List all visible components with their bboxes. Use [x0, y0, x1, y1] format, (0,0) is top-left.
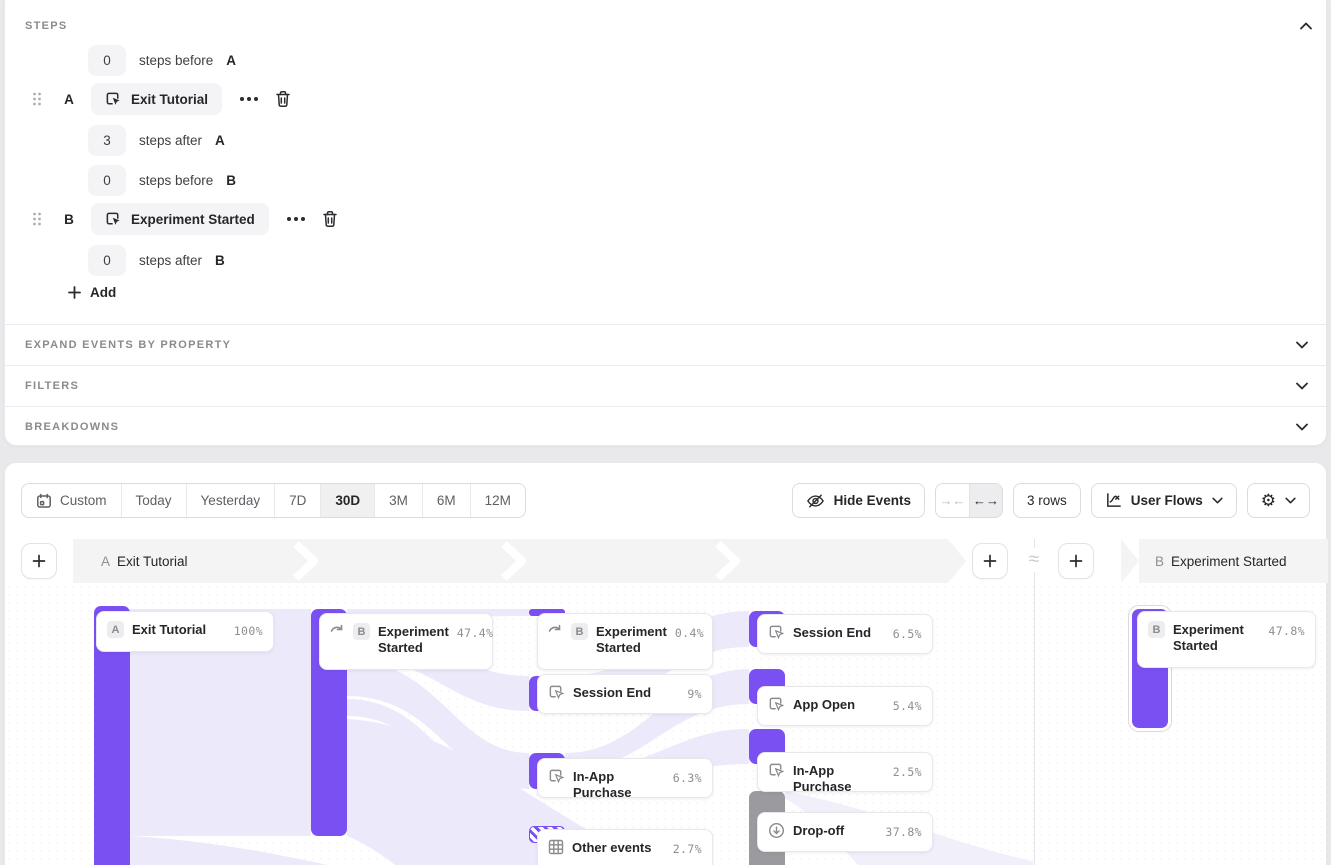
step-b-event-name: Experiment Started — [131, 212, 255, 227]
steps-after-label: steps after — [139, 253, 202, 268]
step-letter-b: B — [63, 212, 75, 227]
step-b-delete-trash-icon[interactable] — [322, 210, 338, 228]
steps-before-label: steps before — [139, 53, 213, 68]
node-percent: 0.4% — [675, 624, 704, 640]
section-label: FILTERS — [25, 380, 1296, 392]
steps-before-a-row: 0 steps before A — [88, 43, 236, 77]
breakdowns-section[interactable]: BREAKDOWNS — [5, 406, 1326, 447]
drag-handle-icon[interactable] — [32, 212, 42, 226]
steps-header: STEPS — [25, 9, 1312, 43]
steps-before-a-count-input[interactable]: 0 — [88, 45, 126, 76]
node-name: Other events — [572, 840, 651, 856]
section-label: EXPAND EVENTS BY PROPERTY — [25, 339, 1296, 351]
node-percent: 37.8% — [885, 823, 922, 839]
add-step-button[interactable]: Add — [68, 285, 116, 300]
flow-node-card[interactable]: Session End 6.5% — [757, 614, 933, 654]
step-ref-a: A — [226, 53, 236, 68]
event-cursor-icon — [105, 211, 122, 228]
node-name: In-App Purchase — [793, 763, 885, 795]
return-arrow-icon — [548, 623, 563, 635]
event-cursor-icon — [768, 762, 785, 779]
step-ref-b: B — [226, 173, 236, 188]
node-name: Drop-off — [793, 823, 844, 839]
flow-node-card[interactable]: In-App Purchase 6.3% — [537, 758, 713, 798]
collapse-steps-chevron-up-icon[interactable] — [1300, 22, 1312, 30]
step-a-delete-trash-icon[interactable] — [275, 90, 291, 108]
node-name: Session End — [573, 685, 651, 701]
expand-events-by-property-section[interactable]: EXPAND EVENTS BY PROPERTY — [5, 324, 1326, 365]
flow-node-card[interactable]: App Open 5.4% — [757, 686, 933, 726]
node-percent: 2.5% — [893, 763, 922, 779]
step-b-event-button[interactable]: Experiment Started — [91, 203, 269, 235]
steps-after-a-count-input[interactable]: 3 — [88, 125, 126, 156]
node-percent: 6.5% — [893, 625, 922, 641]
node-percent: 47.8% — [1268, 622, 1305, 638]
grid-icon — [548, 839, 564, 855]
steps-before-label: steps before — [139, 173, 213, 188]
node-percent: 6.3% — [673, 769, 702, 785]
drop-off-icon — [768, 822, 785, 839]
flow-node-card[interactable]: In-App Purchase 2.5% — [757, 752, 933, 792]
event-cursor-icon — [105, 91, 122, 108]
chevron-down-icon — [1296, 341, 1308, 349]
node-name: Experiment Started — [596, 624, 667, 656]
user-flows-report-card: Custom Today Yesterday 7D 30D 3M 6M 12M … — [4, 462, 1327, 865]
step-ref-a: A — [215, 133, 225, 148]
flow-node-card[interactable]: B Experiment Started 47.4% — [319, 613, 493, 670]
node-percent: 47.4% — [457, 624, 494, 640]
filters-section[interactable]: FILTERS — [5, 365, 1326, 406]
drag-handle-icon[interactable] — [32, 92, 42, 106]
steps-after-b-count-input[interactable]: 0 — [88, 245, 126, 276]
step-a-row: A Exit Tutorial — [5, 82, 291, 116]
step-badge: B — [353, 623, 370, 640]
step-b-row: B Experiment Started — [5, 202, 338, 236]
return-arrow-icon — [330, 623, 345, 635]
step-ref-b: B — [215, 253, 225, 268]
step-a-event-button[interactable]: Exit Tutorial — [91, 83, 222, 115]
node-name: In-App Purchase — [573, 769, 665, 801]
flow-node-card[interactable]: Drop-off 37.8% — [757, 812, 933, 852]
flow-node-card[interactable]: Session End 9% — [537, 674, 713, 714]
node-percent: 100% — [234, 622, 263, 638]
steps-after-label: steps after — [139, 133, 202, 148]
node-percent: 5.4% — [893, 697, 922, 713]
step-badge: B — [1148, 621, 1165, 638]
step-a-options-icon[interactable] — [240, 97, 258, 101]
plus-icon — [68, 286, 81, 299]
step-a-event-name: Exit Tutorial — [131, 92, 208, 107]
step-b-options-icon[interactable] — [287, 217, 305, 221]
step-letter-a: A — [63, 92, 75, 107]
flow-node-card[interactable]: Other events 2.7% — [537, 829, 713, 865]
chevron-down-icon — [1296, 382, 1308, 390]
add-step-label: Add — [90, 285, 116, 300]
node-percent: 9% — [687, 685, 702, 701]
steps-after-b-row: 0 steps after B — [88, 243, 225, 277]
event-cursor-icon — [548, 684, 565, 701]
node-percent: 2.7% — [673, 840, 702, 856]
steps-before-b-count-input[interactable]: 0 — [88, 165, 126, 196]
steps-panel: STEPS 0 steps before A A Exit Tutorial — [4, 0, 1327, 446]
node-name: Experiment Started — [378, 624, 449, 656]
step-badge: A — [107, 621, 124, 638]
event-cursor-icon — [548, 768, 565, 785]
step-badge: B — [571, 623, 588, 640]
flow-node-card[interactable]: B Experiment Started 47.8% — [1137, 611, 1316, 668]
steps-before-b-row: 0 steps before B — [88, 163, 236, 197]
node-name: App Open — [793, 697, 855, 713]
flow-node-card[interactable]: B Experiment Started 0.4% — [537, 613, 713, 670]
section-label: BREAKDOWNS — [25, 421, 1296, 433]
chevron-down-icon — [1296, 423, 1308, 431]
flow-node-card[interactable]: A Exit Tutorial 100% — [96, 611, 274, 652]
event-cursor-icon — [768, 696, 785, 713]
node-name: Exit Tutorial — [132, 622, 206, 638]
event-cursor-icon — [768, 624, 785, 641]
steps-panel-title: STEPS — [25, 20, 68, 32]
steps-after-a-row: 3 steps after A — [88, 123, 225, 157]
node-name: Experiment Started — [1173, 622, 1258, 654]
node-name: Session End — [793, 625, 871, 641]
